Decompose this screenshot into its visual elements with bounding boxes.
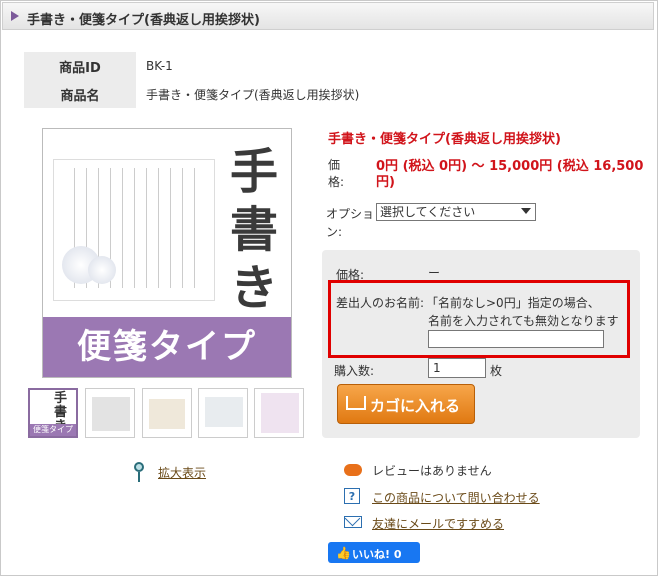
title-bar: 手書き・便箋タイプ(香典返し用挨拶状) [2, 2, 654, 30]
product-id-value: BK-1 [146, 59, 173, 73]
sender-note-line1: 「名前なし>0円」指定の場合、 [426, 296, 600, 310]
cart-price-value: ー [428, 266, 441, 280]
thumbnail-2[interactable] [85, 388, 135, 438]
product-name-value: 手書き・便箋タイプ(香典返し用挨拶状) [146, 87, 360, 102]
price-label: 価格: [328, 158, 345, 189]
thumbnail-1-band: 便箋タイプ [30, 424, 76, 436]
question-icon: ? [344, 488, 360, 504]
inquiry-link[interactable]: この商品について問い合わせる [372, 489, 540, 506]
main-image-band: 便箋タイプ [43, 317, 291, 377]
option-label: オプション: [326, 207, 375, 239]
mail-link[interactable]: 友達にメールですすめる [372, 515, 504, 532]
quantity-input[interactable]: 1 [428, 358, 486, 378]
speech-bubble-icon [344, 464, 362, 476]
thumbnail-5[interactable] [254, 388, 304, 438]
like-label: いいね! [352, 548, 391, 561]
review-text: レビューはありません [372, 464, 492, 478]
letter-illustration [53, 159, 215, 301]
option-selected-value: 選択してください [380, 205, 476, 219]
product-name-label: 商品名 [24, 80, 136, 108]
product-id-row: 商品ID BK-1 [24, 52, 636, 80]
thumbnail-3[interactable] [142, 388, 192, 438]
magnifier-icon [134, 462, 144, 472]
chevron-down-icon [521, 208, 531, 214]
zoom-link[interactable]: 拡大表示 [158, 464, 206, 481]
thumbs-up-icon: 👍 [336, 546, 351, 560]
product-name-row: 商品名 手書き・便箋タイプ(香典返し用挨拶状) [24, 80, 636, 108]
envelope-icon [344, 516, 362, 528]
thumbnail-1[interactable]: 手書き 便箋タイプ [28, 388, 78, 438]
product-id-label: 商品ID [24, 52, 136, 80]
page-title: 手書き・便箋タイプ(香典返し用挨拶状) [27, 13, 260, 28]
thumbnail-4[interactable] [198, 388, 248, 438]
like-button[interactable]: 👍 いいね! 0 [328, 542, 420, 563]
like-count: 0 [393, 548, 402, 561]
product-info-table: 商品ID BK-1 商品名 手書き・便箋タイプ(香典返し用挨拶状) [24, 52, 636, 108]
add-to-cart-label: カゴに入れる [370, 397, 461, 415]
quantity-label: 購入数: [334, 364, 375, 378]
sender-name-input[interactable] [428, 330, 604, 348]
price-value: 0円 (税込 0円) 〜 15,000円 (税込 16,500円) [376, 159, 644, 190]
option-select[interactable]: 選択してください [376, 203, 536, 221]
add-to-cart-button[interactable]: カゴに入れる [337, 384, 475, 424]
cart-icon [346, 396, 366, 410]
cart-panel: 価格: ー 差出人のお名前: 「名前なし>0円」指定の場合、 名前を入力されても… [322, 250, 640, 438]
quantity-unit: 枚 [490, 364, 503, 378]
sender-note-line2: 名前を入力されても無効となります [428, 314, 619, 328]
main-product-image[interactable]: 手書き 便箋タイプ [42, 128, 292, 378]
main-image-kanji: 手書き [229, 144, 278, 316]
title-bullet-icon [11, 11, 19, 21]
product-heading: 手書き・便箋タイプ(香典返し用挨拶状) [328, 132, 561, 147]
sender-name-label: 差出人のお名前: [336, 296, 425, 310]
